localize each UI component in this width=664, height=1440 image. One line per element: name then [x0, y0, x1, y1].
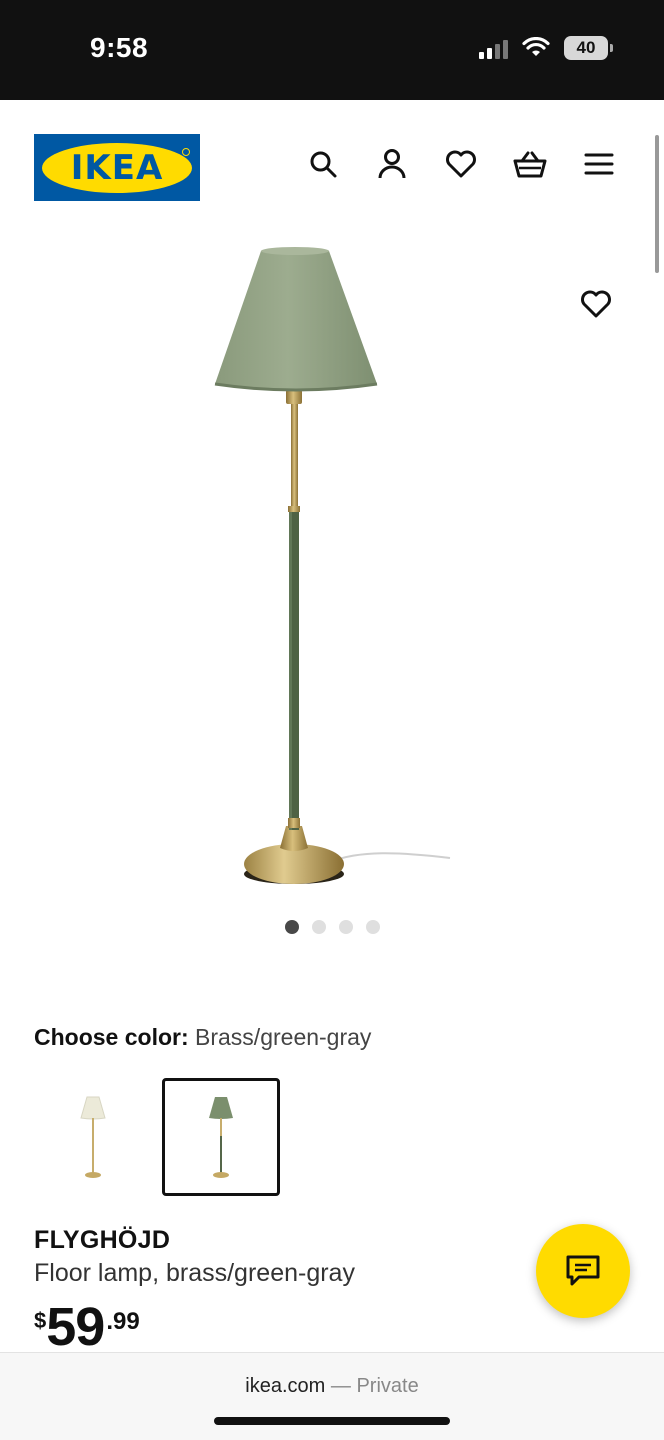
browser-bottom-bar: ikea.com — Private: [0, 1352, 664, 1440]
choose-color-label: Choose color:: [34, 1024, 189, 1050]
price-decimal: .99: [106, 1308, 140, 1335]
cart-icon[interactable]: [512, 146, 548, 182]
registered-mark: [182, 148, 190, 156]
carousel-dot[interactable]: [338, 920, 353, 934]
price-integer: 59: [46, 1297, 105, 1357]
logo-oval: IKEA: [42, 142, 192, 193]
carousel-dot[interactable]: [311, 920, 326, 934]
ikea-logo[interactable]: IKEA: [34, 134, 200, 201]
chat-icon: [566, 1255, 600, 1286]
chat-button[interactable]: [536, 1224, 630, 1318]
price-currency: $: [34, 1308, 47, 1333]
status-bar: 9:58 40: [0, 0, 664, 100]
url-text: ikea.com: [245, 1375, 326, 1397]
lamp-thumbnail: [209, 1097, 233, 1178]
product-image[interactable]: [0, 230, 664, 900]
address-bar[interactable]: ikea.com — Private: [0, 1375, 664, 1398]
battery-indicator: 40: [564, 36, 613, 60]
product-price: $ 59 .99: [34, 1300, 140, 1354]
floor-lamp-illustration: [214, 247, 451, 884]
carousel-dot[interactable]: [284, 920, 299, 934]
home-indicator[interactable]: [214, 1417, 450, 1425]
search-icon[interactable]: [305, 146, 341, 182]
site-header: IKEA: [0, 100, 664, 230]
wifi-icon: [522, 37, 550, 56]
status-time: 9:58: [90, 32, 149, 63]
heart-icon: [581, 290, 611, 318]
logo-text: IKEA: [70, 147, 164, 188]
header-nav: [305, 146, 617, 182]
color-option-brass-white[interactable]: [34, 1078, 152, 1196]
status-indicators: 40: [479, 36, 613, 60]
account-icon[interactable]: [374, 146, 410, 182]
product-name: FLYGHÖJD: [34, 1226, 171, 1254]
private-mode-label: — Private: [330, 1375, 419, 1397]
carousel-dot[interactable]: [365, 920, 380, 934]
color-swatches: [34, 1078, 280, 1196]
color-option-brass-green-gray[interactable]: [162, 1078, 280, 1196]
lamp-thumbnail: [80, 1096, 106, 1178]
color-chooser-label: Choose color: Brass/green-gray: [34, 1024, 371, 1051]
product-description: Floor lamp, brass/green-gray: [34, 1259, 355, 1287]
menu-icon[interactable]: [581, 146, 617, 182]
favorites-icon[interactable]: [443, 146, 479, 182]
image-carousel-dots: [0, 920, 664, 934]
selected-color-value: Brass/green-gray: [195, 1024, 372, 1050]
cellular-signal-icon: [479, 37, 508, 59]
add-to-favorites-button[interactable]: [578, 286, 614, 322]
